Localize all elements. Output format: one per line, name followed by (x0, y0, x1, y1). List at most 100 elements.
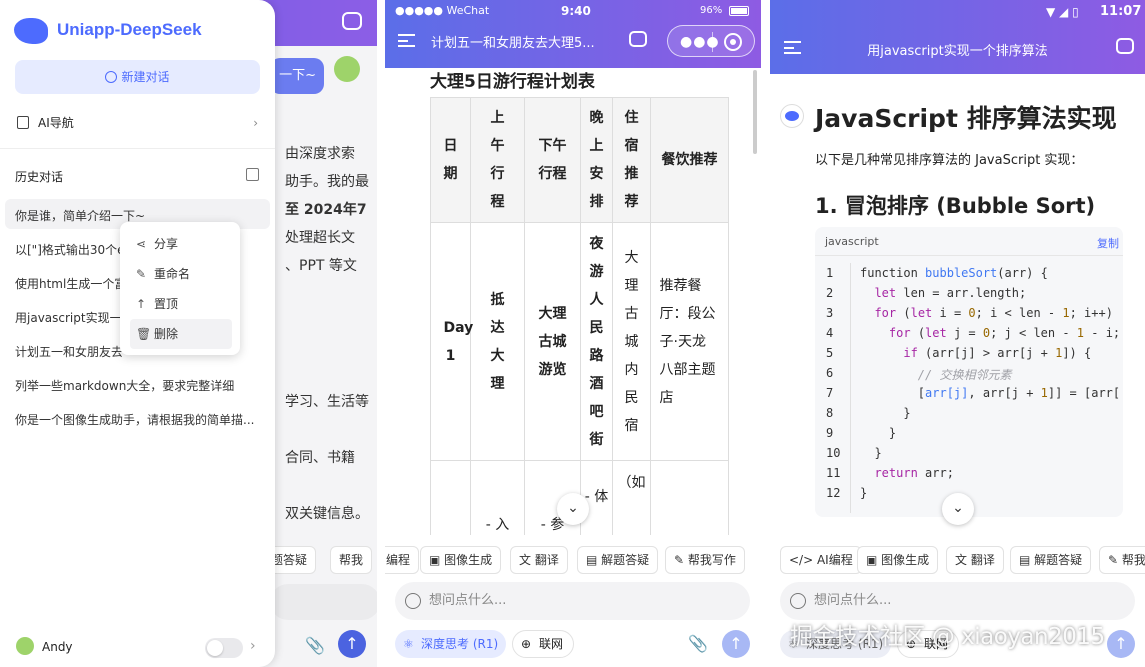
new-chat-icon[interactable] (342, 12, 362, 30)
chip-translate[interactable]: 文 翻译 (946, 546, 1004, 574)
message-input[interactable]: 想问点什么... (780, 582, 1135, 620)
chip-write[interactable]: ✎ 帮我 (1099, 546, 1145, 574)
deepseek-logo-icon (14, 18, 48, 44)
cube-icon (17, 116, 29, 129)
table-header: 住宿推荐 (624, 110, 639, 210)
scroll-down-button[interactable]: ⌄ (557, 493, 589, 525)
line-number: 6 (826, 366, 834, 380)
trip-heading: 大理5日游行程计划表 (430, 72, 595, 92)
attach-icon[interactable]: 📎 (688, 634, 708, 653)
code-line: for (let j = 0; j < len - 1 - i; (888, 326, 1121, 340)
table-header: 餐饮推荐 (661, 152, 718, 168)
qa-icon: ▤ (586, 553, 602, 567)
line-number: 7 (826, 386, 834, 400)
line-number: 5 (826, 346, 834, 360)
web-search-toggle[interactable]: ⊕ 联网 (512, 630, 575, 658)
scroll-down-button[interactable]: ⌄ (942, 493, 974, 525)
user-bubble: 一下~ (270, 58, 324, 94)
phone-code-screen: ▼ ◢ ▯ 11:07 用javascript实现一个排序算法 JavaScri… (770, 0, 1145, 667)
code-language: javascript (825, 235, 879, 248)
new-chat-icon[interactable] (1116, 38, 1134, 54)
new-chat-button[interactable]: 新建对话 (15, 60, 260, 94)
panel-drawer-screen: 一下~ 由深度求索 助手。我的最 至 2024年7 处理超长文 、PPT 等文 … (0, 0, 377, 667)
deep-think-toggle[interactable]: ⚛ 深度思考 (R1) (395, 630, 507, 658)
trash-icon: 🗑 (136, 327, 152, 341)
question-icon (790, 593, 806, 609)
image-icon: ▣ (429, 553, 445, 567)
menu-item-rename[interactable]: ✎ 重命名 (130, 259, 232, 289)
code-line: } (860, 406, 911, 420)
chip-ai-coding[interactable]: </> AI编程 (780, 546, 862, 574)
page-title: 计划五一和女朋友去大理5... (431, 36, 595, 51)
code-line: // 交换相邻元素 (917, 368, 1012, 382)
table-cell: 抵达大理 (490, 291, 505, 392)
qa-icon: ▤ (1019, 553, 1035, 567)
table-cell: Day 1 (443, 319, 474, 364)
chip-qa[interactable]: ▤ 解题答疑 (1010, 546, 1092, 574)
app-name: Uniapp-DeepSeek (57, 20, 202, 39)
line-number: 11 (826, 466, 841, 480)
deepseek-avatar-icon (780, 104, 804, 128)
chevron-right-icon[interactable]: › (250, 638, 256, 654)
menu-item-pin[interactable]: ↑ 置顶 (130, 289, 232, 319)
table-header: 晚上安排 (589, 110, 604, 210)
code-line: for (let i = 0; i < len - 1; i++) (874, 306, 1113, 320)
pen-icon: ✎ (1108, 553, 1122, 567)
chip-coding[interactable]: 编程 (385, 546, 420, 574)
send-button[interactable]: ↑ (338, 630, 366, 658)
bg-text: 至 2024年7 (285, 202, 367, 218)
chip-image[interactable]: ▣ 图像生成 (857, 546, 939, 574)
response-title: JavaScript 排序算法实现 (815, 104, 1117, 133)
line-number: 10 (826, 446, 841, 460)
chip-image[interactable]: ▣ 图像生成 (420, 546, 502, 574)
history-item[interactable]: 你是一个图像生成助手，请根据我的简单描... (15, 411, 260, 428)
code-line: } (860, 486, 868, 500)
close-target-icon[interactable] (724, 33, 742, 51)
copy-button[interactable]: 复制 (1097, 235, 1119, 251)
menu-icon[interactable] (398, 34, 415, 47)
bg-text: 学习、生活等 (285, 394, 369, 410)
chip-qa[interactable]: ▤ 解题答疑 (577, 546, 659, 574)
header-bar: ▼ ◢ ▯ 11:07 用javascript实现一个排序算法 (770, 0, 1145, 74)
line-number: 8 (826, 406, 834, 420)
response-intro: 以下是几种常见排序算法的 JavaScript 实现： (815, 153, 1084, 168)
message-input[interactable]: 想问点什么... (395, 582, 750, 620)
send-button[interactable]: ↑ (1107, 630, 1135, 658)
line-number: 4 (826, 326, 834, 340)
theme-toggle[interactable] (205, 638, 243, 658)
arrow-up-icon: ↑ (136, 297, 147, 311)
clear-history-icon[interactable] (246, 168, 259, 181)
phone-trip-screen: ●●●●● WeChat 9:40 96% 计划五一和女朋友去大理5... ●●… (385, 0, 761, 667)
user-avatar (334, 56, 360, 82)
bg-text: 助手。我的最 (285, 174, 369, 190)
bg-input[interactable] (270, 584, 377, 620)
code-line: return arr; (874, 466, 954, 480)
section-heading: 1. 冒泡排序 (Bubble Sort) (815, 194, 1096, 218)
bg-text: 、PPT 等文 (285, 258, 357, 274)
menu-item-delete[interactable]: 🗑 删除 (130, 319, 232, 349)
attach-icon[interactable]: 📎 (305, 636, 325, 655)
user-name: Andy (42, 640, 73, 654)
menu-item-share[interactable]: ⋖ 分享 (130, 229, 232, 259)
more-icon[interactable]: ●●● (680, 35, 720, 49)
question-icon (405, 593, 421, 609)
table-header: 下午行程 (538, 138, 567, 182)
code-line: if (arr[j] > arr[j + 1]) { (903, 346, 1092, 360)
code-line: } (860, 426, 897, 440)
table-cell: 大理古城内民宿 (624, 249, 639, 434)
code-block: javascript 复制 1 2 3 4 5 6 7 8 9 10 11 12… (815, 227, 1123, 517)
bg-text: 处理超长文 (285, 230, 355, 246)
sidebar-drawer: Uniapp-DeepSeek 新建对话 AI导航 › 历史对话 你是谁，简单介… (0, 0, 275, 667)
capsule-menu[interactable]: ●●● (667, 25, 755, 57)
table-cell: 推荐餐厅：段公子·天龙八部主题店 (659, 277, 716, 406)
send-button[interactable]: ↑ (722, 630, 750, 658)
status-time: 9:40 (561, 4, 591, 18)
scrollbar[interactable] (753, 70, 757, 154)
chip-translate[interactable]: 文 翻译 (510, 546, 568, 574)
ai-nav-item[interactable]: AI导航 › (15, 113, 260, 133)
history-item[interactable]: 列举一些markdown大全，要求完整详细 (15, 377, 260, 394)
chip-write[interactable]: ✎ 帮我写作 (665, 546, 745, 574)
chip-write[interactable]: 帮我 (330, 546, 373, 574)
new-chat-icon[interactable] (629, 31, 647, 47)
line-number: 12 (826, 486, 841, 500)
